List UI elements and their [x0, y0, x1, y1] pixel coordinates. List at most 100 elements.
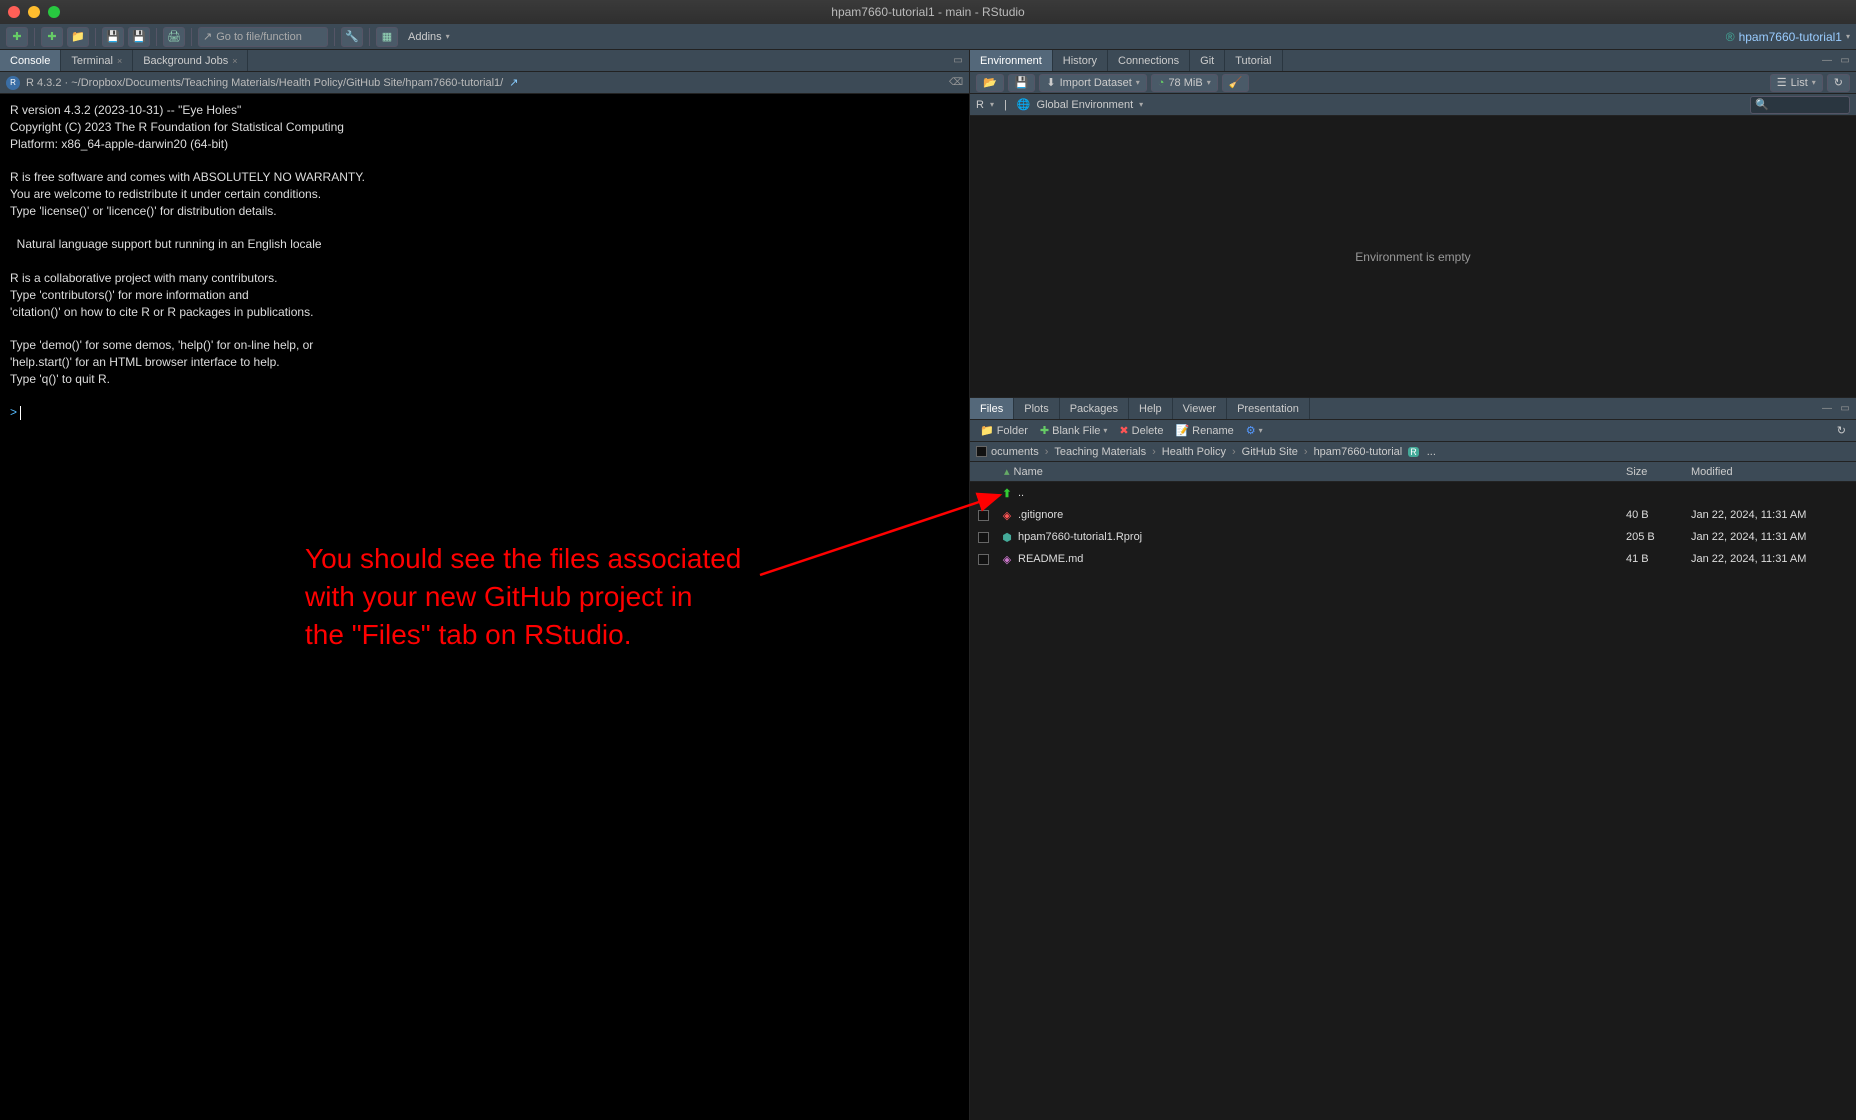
save-workspace-button[interactable]: 💾	[1008, 74, 1036, 92]
tab-console[interactable]: Console	[0, 50, 61, 71]
chevron-down-icon: ▾	[1136, 78, 1140, 87]
import-icon: ⬇	[1046, 76, 1055, 89]
save-all-button[interactable]: 💾	[128, 27, 150, 47]
globe-icon: 🌐	[1017, 98, 1031, 111]
breadcrumb-item[interactable]: hpam7660-tutorial	[1312, 446, 1405, 458]
file-checkbox[interactable]	[978, 554, 989, 565]
print-button[interactable]: 🖨	[163, 27, 185, 47]
rename-button[interactable]: 📝 Rename	[1171, 422, 1237, 440]
file-row[interactable]: ◈ README.md 41 B Jan 22, 2024, 11:31 AM	[970, 548, 1856, 570]
scope-env-dropdown[interactable]: Global Environment	[1037, 99, 1134, 111]
breadcrumb-item[interactable]: ocuments	[989, 446, 1041, 458]
tools-button[interactable]: 🔧	[341, 27, 363, 47]
column-modified[interactable]: Modified	[1691, 466, 1856, 478]
tab-plots[interactable]: Plots	[1014, 398, 1059, 419]
close-window-button[interactable]	[8, 6, 20, 18]
breadcrumb-more[interactable]: ...	[1425, 446, 1438, 458]
file-name[interactable]: README.md	[1016, 553, 1626, 565]
list-view-dropdown[interactable]: ☰ List ▾	[1770, 74, 1823, 92]
blank-file-dropdown[interactable]: ✚ Blank File ▾	[1036, 422, 1112, 440]
save-button[interactable]: 💾	[102, 27, 124, 47]
new-folder-button[interactable]: 📁 Folder	[976, 422, 1032, 440]
tab-terminal[interactable]: Terminal×	[61, 50, 133, 71]
refresh-files-button[interactable]: ↻	[1833, 422, 1850, 440]
file-modified: Jan 22, 2024, 11:31 AM	[1691, 531, 1856, 543]
grid-button[interactable]: ▦	[376, 27, 398, 47]
chevron-down-icon: ▾	[1846, 32, 1850, 41]
tab-packages[interactable]: Packages	[1060, 398, 1129, 419]
tab-git[interactable]: Git	[1190, 50, 1225, 71]
sort-icon: ▴	[1004, 465, 1010, 478]
project-selector[interactable]: ® hpam7660-tutorial1 ▾	[1726, 30, 1850, 44]
close-icon[interactable]: ×	[232, 56, 237, 66]
chevron-right-icon: ›	[1230, 446, 1238, 458]
refresh-button[interactable]: ↻	[1827, 74, 1850, 92]
environment-search-input[interactable]	[1750, 96, 1850, 114]
minimize-window-button[interactable]	[28, 6, 40, 18]
maximize-pane-icon[interactable]: ▭	[1838, 402, 1852, 416]
tab-background-jobs[interactable]: Background Jobs×	[133, 50, 248, 71]
files-column-header: ▴ Name Size Modified	[970, 462, 1856, 482]
folder-plus-icon: 📁	[980, 424, 994, 437]
environment-scope-bar: R ▾ | 🌐 Global Environment ▾	[970, 94, 1856, 116]
file-size: 205 B	[1626, 531, 1691, 543]
new-file-button[interactable]: ✚	[6, 27, 28, 47]
markdown-icon: ◈	[1003, 553, 1011, 566]
file-checkbox[interactable]	[978, 510, 989, 521]
column-size[interactable]: Size	[1626, 466, 1691, 478]
chevron-down-icon: ▾	[446, 32, 450, 41]
maximize-pane-icon[interactable]: ▭	[1838, 54, 1852, 68]
breadcrumb-item[interactable]: GitHub Site	[1240, 446, 1300, 458]
file-row[interactable]: ◈ .gitignore 40 B Jan 22, 2024, 11:31 AM	[970, 504, 1856, 526]
open-path-icon[interactable]: ↗	[509, 76, 518, 89]
chevron-right-icon: ›	[1302, 446, 1310, 458]
delete-button[interactable]: ✖ Delete	[1115, 422, 1167, 440]
import-dataset-dropdown[interactable]: ⬇ Import Dataset ▾	[1039, 74, 1146, 92]
column-name[interactable]: ▴ Name	[998, 465, 1626, 478]
file-checkbox[interactable]	[978, 532, 989, 543]
r-logo-icon: R	[6, 76, 20, 90]
tab-help[interactable]: Help	[1129, 398, 1173, 419]
chevron-down-icon: ▾	[1207, 78, 1211, 87]
goto-placeholder: Go to file/function	[216, 31, 302, 43]
file-name[interactable]: .gitignore	[1016, 509, 1626, 521]
new-project-button[interactable]: ✚	[41, 27, 63, 47]
tab-files[interactable]: Files	[970, 398, 1014, 419]
tab-history[interactable]: History	[1053, 50, 1108, 71]
scope-r[interactable]: R	[976, 99, 984, 111]
minimize-pane-icon[interactable]: —	[1820, 54, 1834, 68]
breadcrumb-item[interactable]: Teaching Materials	[1052, 446, 1148, 458]
console-text: R version 4.3.2 (2023-10-31) -- "Eye Hol…	[10, 103, 365, 386]
files-toolbar: 📁 Folder ✚ Blank File ▾ ✖ Delete 📝 Renam…	[970, 420, 1856, 442]
tab-viewer[interactable]: Viewer	[1173, 398, 1227, 419]
file-name[interactable]: hpam7660-tutorial1.Rproj	[1016, 531, 1626, 543]
file-row[interactable]: ⬢ hpam7660-tutorial1.Rproj 205 B Jan 22,…	[970, 526, 1856, 548]
gitignore-icon: ◈	[1003, 509, 1011, 522]
more-dropdown[interactable]: ⚙ ▾	[1242, 422, 1267, 440]
select-all-checkbox[interactable]	[976, 446, 987, 457]
file-modified: Jan 22, 2024, 11:31 AM	[1691, 509, 1856, 521]
memory-indicator[interactable]: ◔ 78 MiB ▾	[1151, 74, 1218, 92]
open-file-button[interactable]: 📁	[67, 27, 89, 47]
minimize-pane-icon[interactable]: —	[1820, 402, 1834, 416]
goto-file-input[interactable]: ↗ Go to file/function	[198, 27, 328, 47]
clear-objects-button[interactable]: 🧹	[1222, 74, 1250, 92]
environment-body: Environment is empty	[970, 116, 1856, 397]
close-icon[interactable]: ×	[117, 56, 122, 66]
tab-connections[interactable]: Connections	[1108, 50, 1190, 71]
file-size: 40 B	[1626, 509, 1691, 521]
clear-console-icon[interactable]: ⌫	[949, 76, 963, 90]
tab-tutorial[interactable]: Tutorial	[1225, 50, 1282, 71]
list-icon: ☰	[1777, 76, 1787, 89]
addins-dropdown[interactable]: Addins ▾	[402, 27, 456, 47]
r-project-icon: ®	[1726, 30, 1735, 44]
console-output[interactable]: R version 4.3.2 (2023-10-31) -- "Eye Hol…	[0, 94, 969, 1120]
tab-environment[interactable]: Environment	[970, 50, 1053, 71]
maximize-window-button[interactable]	[48, 6, 60, 18]
tab-presentation[interactable]: Presentation	[1227, 398, 1310, 419]
up-arrow-icon: ⬆	[1002, 487, 1011, 500]
up-directory-row[interactable]: ⬆ ..	[970, 482, 1856, 504]
load-workspace-button[interactable]: 📂	[976, 74, 1004, 92]
breadcrumb-item[interactable]: Health Policy	[1160, 446, 1228, 458]
maximize-pane-icon[interactable]: ▭	[951, 54, 965, 68]
